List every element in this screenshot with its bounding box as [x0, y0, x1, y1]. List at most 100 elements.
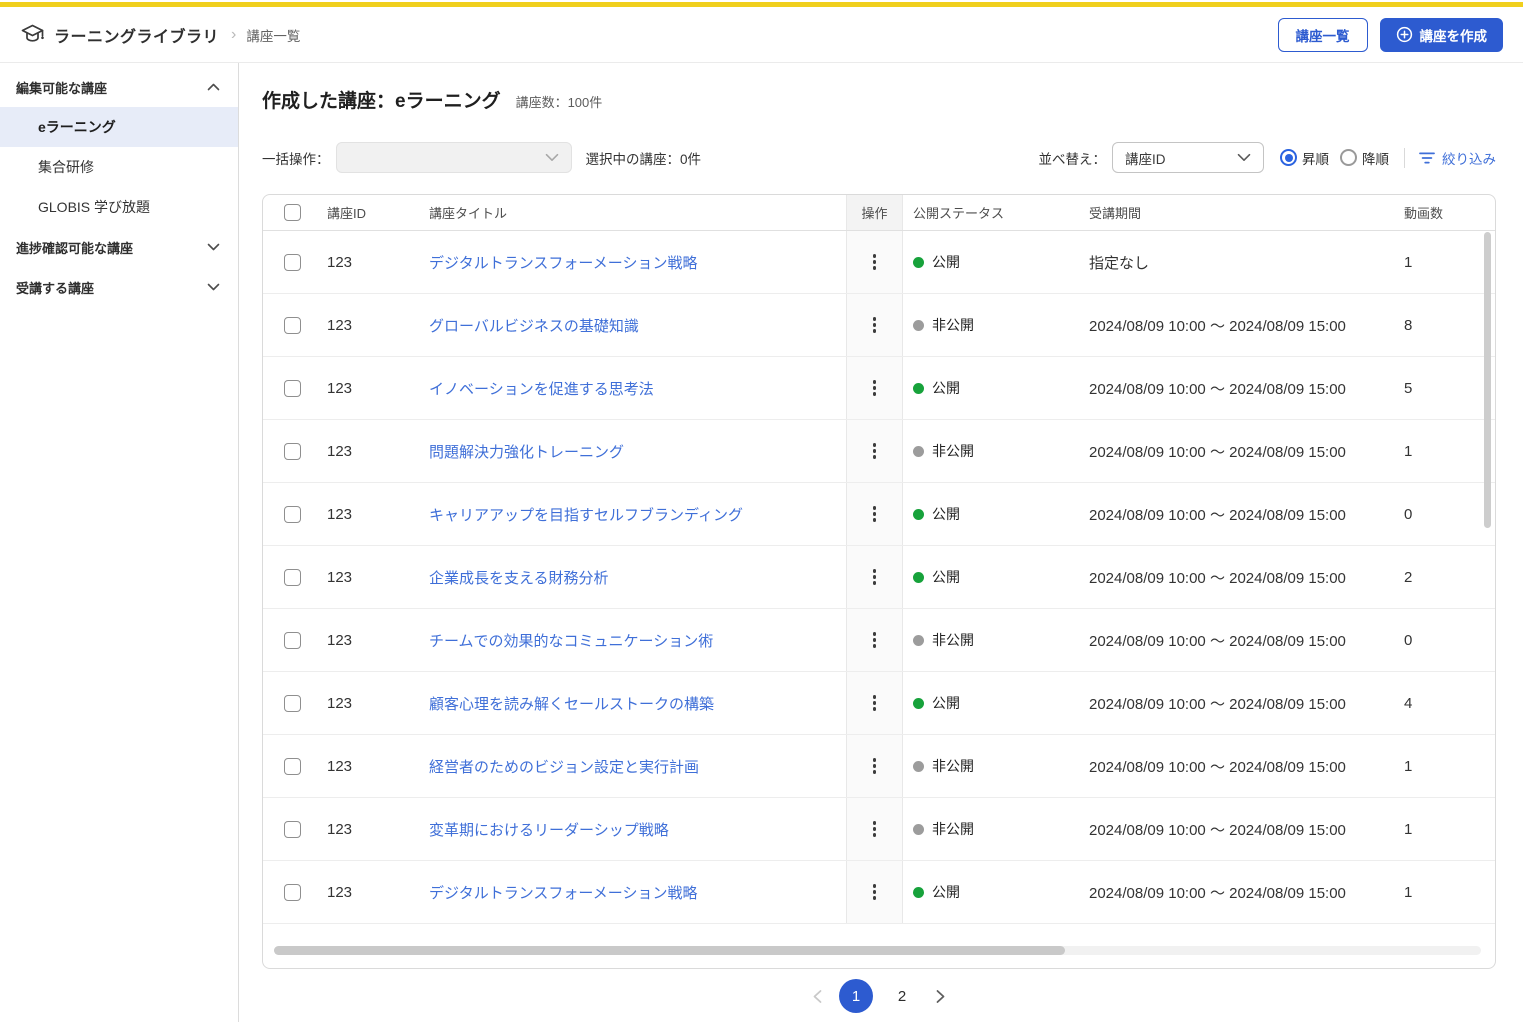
- table-row: 123 デジタルトランスフォーメーション戦略 公開 2024/08/09 10:…: [263, 861, 1495, 924]
- kebab-menu-button[interactable]: [867, 815, 882, 842]
- vertical-scrollbar-thumb[interactable]: [1484, 232, 1491, 528]
- filter-button[interactable]: 絞り込み: [1419, 148, 1496, 168]
- row-checkbox[interactable]: [283, 820, 301, 838]
- course-title-link[interactable]: イノベーションを促進する思考法: [429, 378, 654, 399]
- horizontal-scrollbar-thumb[interactable]: [274, 946, 1065, 955]
- course-title-link[interactable]: デジタルトランスフォーメーション戦略: [429, 252, 698, 273]
- video-count: 1: [1404, 883, 1413, 901]
- status-label: 公開: [932, 884, 960, 900]
- course-title-link[interactable]: デジタルトランスフォーメーション戦略: [429, 882, 698, 903]
- course-period: 2024/08/09 10:00 ～ 2024/08/09 15:00: [1089, 632, 1346, 650]
- table-row-partial: [263, 924, 1495, 948]
- table-row: 123 チームでの効果的なコミュニケーション術 非公開 2024/08/09 1…: [263, 609, 1495, 672]
- sidebar-item-group-training[interactable]: 集合研修: [0, 147, 238, 187]
- chevron-down-icon: [545, 153, 559, 162]
- next-page-button[interactable]: [931, 985, 950, 1008]
- selected-count: 選択中の講座：0件: [585, 151, 702, 167]
- table-body: 123 デジタルトランスフォーメーション戦略 公開 指定なし 1 123 グロー…: [263, 231, 1495, 924]
- breadcrumb-current: 講座一覧: [246, 28, 301, 44]
- row-checkbox[interactable]: [283, 316, 301, 334]
- filter-button-label: 絞り込み: [1442, 151, 1496, 167]
- video-count: 0: [1404, 505, 1413, 523]
- course-period: 2024/08/09 10:00 ～ 2024/08/09 15:00: [1089, 380, 1346, 398]
- course-title-link[interactable]: キャリアアップを目指すセルフブランディング: [429, 504, 743, 525]
- kebab-menu-button[interactable]: [867, 311, 882, 338]
- course-period: 2024/08/09 10:00 ～ 2024/08/09 15:00: [1089, 695, 1346, 713]
- row-checkbox[interactable]: [283, 379, 301, 397]
- table-row: 123 デジタルトランスフォーメーション戦略 公開 指定なし 1: [263, 231, 1495, 294]
- row-checkbox[interactable]: [283, 757, 301, 775]
- course-id: 123: [327, 883, 353, 901]
- create-course-button[interactable]: 講座を作成: [1379, 17, 1503, 52]
- kebab-menu-button[interactable]: [867, 878, 882, 905]
- status-dot: [913, 256, 924, 268]
- course-id: 123: [327, 820, 353, 838]
- toolbar-divider: [1404, 147, 1405, 168]
- course-title-link[interactable]: 経営者のためのビジョン設定と実行計画: [429, 756, 699, 777]
- status-dot: [913, 508, 924, 520]
- graduation-cap-icon: [20, 23, 45, 46]
- status-dot: [913, 382, 924, 394]
- sort-asc-radio[interactable]: 昇順: [1280, 148, 1329, 168]
- course-id: 123: [327, 253, 353, 271]
- status-label: 公開: [932, 569, 960, 585]
- course-title-link[interactable]: 企業成長を支える財務分析: [429, 567, 609, 588]
- sidebar-item-globis-unlimited[interactable]: GLOBIS 学び放題: [0, 187, 238, 227]
- sidebar: 編集可能な講座 eラーニング 集合研修 GLOBIS 学び放題 進捗確認可能な講…: [0, 63, 239, 1022]
- table-row: 123 経営者のためのビジョン設定と実行計画 非公開 2024/08/09 10…: [263, 735, 1495, 798]
- status-dot: [913, 634, 924, 646]
- radio-unselected-icon: [1340, 149, 1357, 166]
- pagination: 1 2: [262, 979, 1496, 1013]
- sidebar-section-editable-courses[interactable]: 編集可能な講座: [0, 67, 238, 107]
- video-count: 1: [1404, 253, 1413, 271]
- course-title-link[interactable]: 変革期におけるリーダーシップ戦略: [429, 819, 669, 840]
- column-header-period: 受講期間: [1089, 206, 1142, 221]
- kebab-menu-button[interactable]: [867, 752, 882, 779]
- radio-selected-icon: [1280, 149, 1297, 166]
- sidebar-section-progress-courses[interactable]: 進捗確認可能な講座: [0, 227, 238, 267]
- kebab-menu-button[interactable]: [867, 248, 882, 275]
- sidebar-section-attending-courses[interactable]: 受講する講座: [0, 267, 238, 307]
- video-count: 8: [1404, 316, 1413, 334]
- row-checkbox[interactable]: [283, 505, 301, 523]
- course-title-link[interactable]: 顧客心理を読み解くセールストークの構築: [429, 693, 714, 714]
- chevron-up-icon: [207, 83, 220, 91]
- table-header-row: 講座ID 講座タイトル 操作 公開ステータス 受講期間 動画数: [263, 195, 1495, 231]
- video-count: 1: [1404, 442, 1413, 460]
- course-list-button[interactable]: 講座一覧: [1277, 17, 1368, 52]
- appbar-actions: 講座一覧 講座を作成: [1277, 17, 1503, 52]
- row-checkbox[interactable]: [283, 694, 301, 712]
- kebab-menu-button[interactable]: [867, 500, 882, 527]
- page-button-1[interactable]: 1: [839, 979, 873, 1013]
- create-course-label: 講座を作成: [1419, 28, 1488, 44]
- row-checkbox[interactable]: [283, 631, 301, 649]
- bulk-action-select[interactable]: [335, 142, 572, 173]
- page-button-2[interactable]: 2: [885, 979, 919, 1013]
- row-checkbox[interactable]: [283, 253, 301, 271]
- select-all-checkbox[interactable]: [283, 204, 301, 221]
- status-dot: [913, 760, 924, 772]
- sort-desc-radio[interactable]: 降順: [1340, 148, 1389, 168]
- table-row: 123 顧客心理を読み解くセールストークの構築 公開 2024/08/09 10…: [263, 672, 1495, 735]
- kebab-menu-button[interactable]: [867, 626, 882, 653]
- course-title-link[interactable]: 問題解決力強化トレーニング: [429, 441, 624, 462]
- video-count: 2: [1404, 568, 1413, 586]
- kebab-menu-button[interactable]: [867, 374, 882, 401]
- course-title-link[interactable]: グローバルビジネスの基礎知識: [429, 315, 639, 336]
- course-id: 123: [327, 316, 353, 334]
- row-checkbox[interactable]: [283, 442, 301, 460]
- row-checkbox[interactable]: [283, 883, 301, 901]
- prev-page-button[interactable]: [808, 985, 827, 1008]
- course-title-link[interactable]: チームでの効果的なコミュニケーション術: [429, 630, 713, 651]
- course-id: 123: [327, 379, 353, 397]
- kebab-menu-button[interactable]: [867, 437, 882, 464]
- row-checkbox[interactable]: [283, 568, 301, 586]
- sort-select[interactable]: 講座ID: [1112, 142, 1264, 173]
- chevron-down-icon: [207, 283, 220, 291]
- horizontal-scrollbar[interactable]: [274, 946, 1481, 955]
- kebab-menu-button[interactable]: [867, 689, 882, 716]
- kebab-menu-button[interactable]: [867, 563, 882, 590]
- sidebar-item-elearning[interactable]: eラーニング: [0, 107, 238, 147]
- brand-title: ラーニングライブラリ: [54, 28, 220, 46]
- chevron-down-icon: [207, 243, 220, 251]
